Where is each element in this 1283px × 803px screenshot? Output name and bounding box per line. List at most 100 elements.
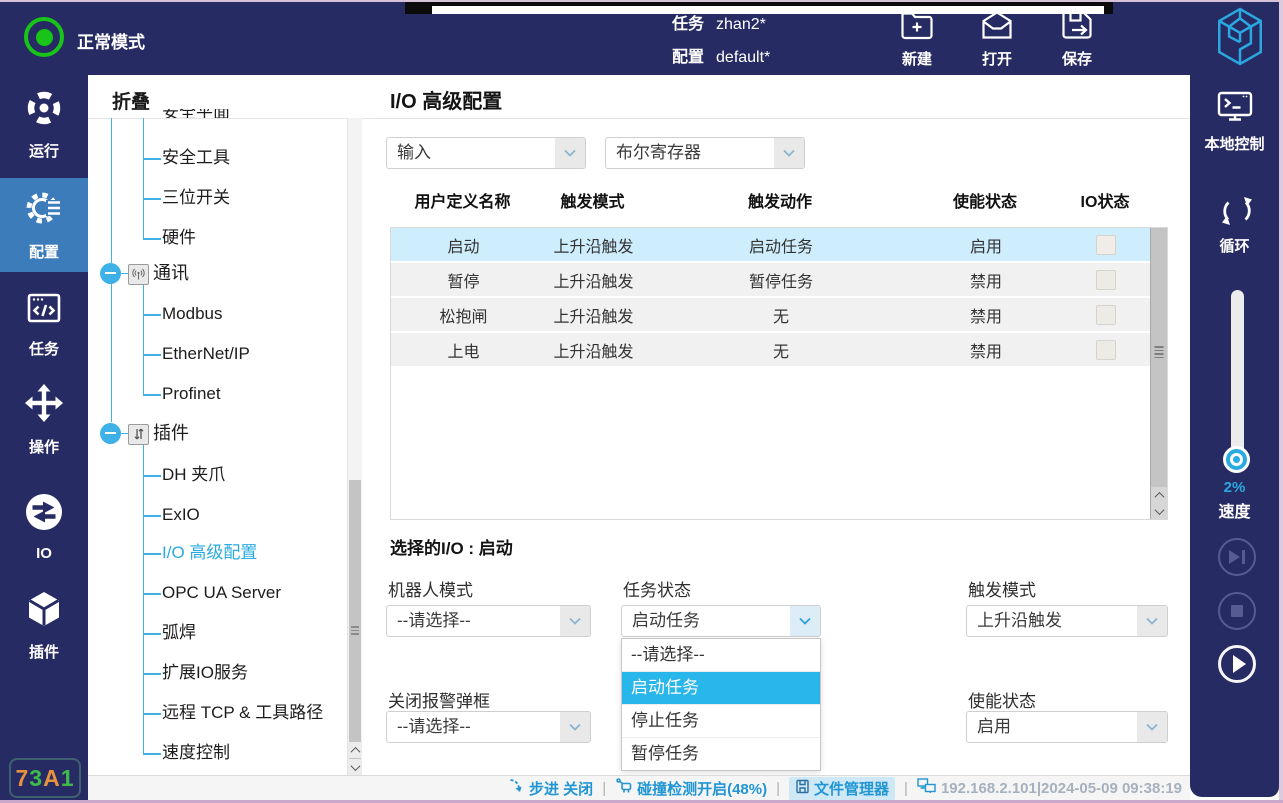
tree-item-hardware[interactable]: 硬件 bbox=[162, 227, 196, 249]
new-file-icon bbox=[900, 28, 934, 45]
robot-code-badge: 73A1 bbox=[9, 758, 81, 798]
nav-item-task[interactable]: 任务 bbox=[0, 285, 88, 365]
config-row: 配置default* bbox=[672, 43, 770, 67]
tree-item-dh-gripper[interactable]: DH 夹爪 bbox=[162, 464, 225, 486]
tree-line bbox=[121, 273, 128, 275]
close-alarm-label: 关闭报警弹框 bbox=[388, 687, 490, 712]
tree-item-modbus[interactable]: Modbus bbox=[162, 303, 222, 325]
speed-label: 速度 bbox=[1190, 498, 1279, 522]
robot-mode-select[interactable]: --请选择-- bbox=[386, 605, 591, 637]
table-scrollbar[interactable] bbox=[1150, 228, 1167, 519]
tree-item-remote-tcp-toolpath[interactable]: 远程 TCP & 工具路径 bbox=[162, 702, 323, 724]
nav-item-io[interactable]: IO bbox=[0, 487, 88, 567]
file-manager-icon bbox=[795, 779, 810, 798]
tree-item-safety-tools[interactable]: 安全工具 bbox=[162, 147, 230, 169]
col-header-name: 用户定义名称 bbox=[390, 185, 535, 215]
table-row[interactable]: 松抱闸 上升沿触发 无 禁用 bbox=[391, 298, 1151, 331]
task-state-value: 启动任务 bbox=[632, 606, 700, 636]
robot-mode-label: 机器人模式 bbox=[388, 576, 473, 601]
speed-slider-track[interactable] bbox=[1231, 290, 1244, 472]
col-header-trigger-action: 触发动作 bbox=[650, 185, 910, 215]
io-table: 启动 上升沿触发 启动任务 启用 暂停 上升沿触发 暂停任务 禁用 松抱闸 上升… bbox=[390, 227, 1168, 520]
task-state-select[interactable]: 启动任务 bbox=[621, 605, 821, 637]
tree-collapse-node-comm[interactable] bbox=[100, 263, 121, 284]
io-direction-select[interactable]: 输入 bbox=[386, 137, 586, 169]
table-scroll-up-button[interactable] bbox=[1151, 487, 1167, 503]
col-header-io-state: IO状态 bbox=[1060, 185, 1150, 215]
tree-line bbox=[143, 444, 145, 753]
dropdown-option-selected[interactable]: 启动任务 bbox=[622, 671, 820, 704]
tree-scrollbar[interactable] bbox=[347, 118, 362, 775]
chevron-down-icon bbox=[1137, 712, 1167, 742]
io-state-checkbox[interactable] bbox=[1096, 235, 1116, 255]
enable-state-select[interactable]: 启用 bbox=[966, 711, 1168, 743]
step-arrow-icon bbox=[509, 778, 525, 798]
nav-item-config[interactable]: 配置 bbox=[0, 178, 88, 272]
dropdown-option[interactable]: --请选择-- bbox=[622, 639, 820, 671]
io-state-checkbox[interactable] bbox=[1096, 305, 1116, 325]
collision-text: 碰撞检测开启(48%) bbox=[637, 778, 767, 799]
save-button[interactable]: 保存 bbox=[1044, 9, 1110, 69]
file-manager-button[interactable]: 文件管理器 bbox=[789, 777, 895, 800]
table-row[interactable]: 启动 上升沿触发 启动任务 启用 bbox=[391, 228, 1151, 261]
enable-state-label: 使能状态 bbox=[968, 687, 1036, 712]
io-state-checkbox[interactable] bbox=[1096, 340, 1116, 360]
io-state-checkbox[interactable] bbox=[1096, 270, 1116, 290]
step-mode-status[interactable]: 步进 关闭 bbox=[509, 778, 593, 799]
collision-detection-status[interactable]: 碰撞检测开启(48%) bbox=[615, 778, 767, 799]
separator: | bbox=[904, 780, 908, 797]
dropdown-option[interactable]: 暂停任务 bbox=[622, 737, 820, 770]
speed-slider-knob[interactable] bbox=[1223, 446, 1250, 473]
tree-scrollbar-thumb[interactable] bbox=[349, 480, 361, 780]
tree-item-ethernet-ip[interactable]: EtherNet/IP bbox=[162, 343, 250, 365]
local-control-icon[interactable] bbox=[1216, 89, 1254, 130]
tree-item-arc-welding[interactable]: 弧焊 bbox=[162, 622, 196, 644]
config-value: default* bbox=[716, 49, 770, 66]
tree-group-plugin[interactable]: 插件 bbox=[153, 422, 189, 444]
close-alarm-select[interactable]: --请选择-- bbox=[386, 711, 591, 743]
io-advanced-config-panel: I/O 高级配置 输入 布尔寄存器 用户定义名称 触发模式 触发动作 使能状态 … bbox=[373, 75, 1190, 775]
close-alarm-value: --请选择-- bbox=[397, 712, 471, 742]
tree-item-speed-control[interactable]: 速度控制 bbox=[162, 742, 230, 764]
tree-scroll-down-button[interactable] bbox=[348, 759, 362, 775]
nav-label-config: 配置 bbox=[29, 241, 59, 262]
cycle-icon[interactable] bbox=[1219, 193, 1255, 234]
stop-button[interactable] bbox=[1218, 592, 1256, 630]
cell-trigger-action: 启动任务 bbox=[651, 228, 911, 261]
open-button[interactable]: 打开 bbox=[964, 9, 1030, 69]
tree-collapse-node-plugin[interactable] bbox=[100, 423, 121, 444]
tree-item-profinet[interactable]: Profinet bbox=[162, 383, 221, 405]
table-scroll-down-button[interactable] bbox=[1151, 503, 1167, 519]
nav-label-plugin: 插件 bbox=[29, 641, 59, 662]
right-control-sidebar: 本地控制 循环 2% 速度 bbox=[1190, 75, 1279, 797]
tree-group-comm[interactable]: 通讯 bbox=[153, 262, 189, 284]
register-type-select[interactable]: 布尔寄存器 bbox=[605, 137, 805, 169]
nav-item-operate[interactable]: 操作 bbox=[0, 380, 88, 460]
dropdown-option[interactable]: 停止任务 bbox=[622, 704, 820, 737]
robot-mode-value: --请选择-- bbox=[397, 606, 471, 636]
nav-item-plugin[interactable]: 插件 bbox=[0, 586, 88, 666]
separator: | bbox=[776, 780, 780, 797]
tree-collapse-button[interactable]: 折叠 bbox=[112, 87, 150, 114]
tree-item-io-advanced-config[interactable]: I/O 高级配置 bbox=[162, 542, 257, 564]
table-row[interactable]: 上电 上升沿触发 无 禁用 bbox=[391, 333, 1151, 366]
io-direction-value: 输入 bbox=[397, 138, 431, 168]
nav-label-task: 任务 bbox=[29, 338, 59, 359]
play-button[interactable] bbox=[1218, 645, 1256, 683]
tree-scroll-up-button[interactable] bbox=[348, 742, 362, 758]
tree-item-clipped[interactable]: 安全平面 bbox=[162, 109, 230, 118]
cell-enable-state: 禁用 bbox=[911, 333, 1061, 366]
step-forward-button[interactable] bbox=[1218, 538, 1256, 576]
chevron-down-icon bbox=[555, 138, 585, 168]
new-button[interactable]: 新建 bbox=[884, 9, 950, 69]
task-value: zhan2* bbox=[716, 16, 766, 33]
tree-item-three-position-switch[interactable]: 三位开关 bbox=[162, 187, 230, 209]
speed-percent: 2% bbox=[1190, 479, 1279, 496]
nav-item-run[interactable]: 运行 bbox=[0, 83, 88, 167]
trigger-mode-select[interactable]: 上升沿触发 bbox=[966, 605, 1168, 637]
network-status: 192.168.2.101|2024-05-09 09:38:19 bbox=[917, 778, 1182, 798]
table-row[interactable]: 暂停 上升沿触发 暂停任务 禁用 bbox=[391, 263, 1151, 296]
tree-item-opc-ua-server[interactable]: OPC UA Server bbox=[162, 582, 281, 604]
tree-item-extended-io-service[interactable]: 扩展IO服务 bbox=[162, 662, 248, 684]
tree-item-exio[interactable]: ExIO bbox=[162, 504, 200, 526]
